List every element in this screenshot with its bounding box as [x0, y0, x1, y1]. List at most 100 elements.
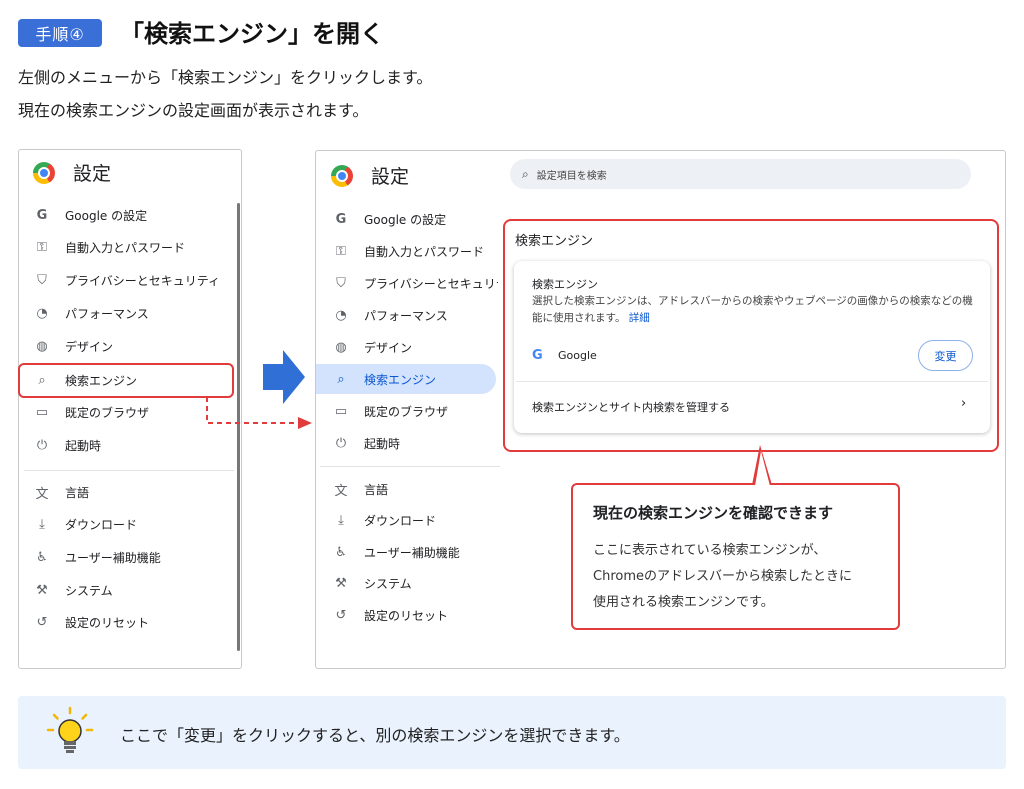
menu-label: システム [65, 583, 113, 598]
card-divider [516, 381, 988, 382]
menu-label: 言語 [364, 482, 389, 497]
palette-icon: ◍ [36, 338, 48, 354]
right-menu-search-engine[interactable]: ⌕ 検索エンジン [316, 364, 496, 394]
card-description-text: 選択した検索エンジンは、アドレスバーからの検索やウェブページの画像からの検索など… [532, 295, 973, 324]
search-icon: ⌕ [337, 371, 345, 387]
download-icon: ⤓ [338, 512, 344, 528]
left-menu-languages[interactable]: 文 言語 [33, 477, 233, 507]
right-settings-header: 設定 [331, 162, 409, 189]
menu-label: ダウンロード [364, 513, 437, 528]
callout-title: 現在の検索エンジンを確認できます [593, 504, 834, 522]
right-menu-appearance[interactable]: ◍ デザイン [332, 332, 498, 362]
shield-icon: ⛉ [336, 275, 346, 291]
menu-label: Google の設定 [65, 208, 148, 223]
menu-label: 既定のブラウザ [65, 405, 150, 420]
left-settings-title: 設定 [73, 163, 112, 185]
step-title: 「検索エンジン」を開く [120, 20, 384, 48]
menu-label: パフォーマンス [65, 306, 149, 321]
right-menu-google-settings[interactable]: G Google の設定 [332, 204, 498, 234]
chrome-logo-icon [33, 161, 55, 184]
menu-label: ダウンロード [65, 517, 138, 532]
details-link[interactable]: 詳細 [629, 312, 650, 324]
tip-text: ここで「変更」をクリックすると、別の検索エンジンを選択できます。 [120, 726, 630, 745]
right-menu-divider [320, 466, 500, 467]
wrench-icon: ⚒ [335, 575, 347, 591]
power-icon: ⏻ [36, 437, 48, 453]
menu-label: 自動入力とパスワード [65, 240, 186, 255]
right-menu-default-browser[interactable]: ▭ 既定のブラウザ [332, 396, 498, 426]
current-engine-name: Google [558, 349, 597, 362]
menu-label: 起動時 [364, 436, 401, 451]
menu-label: デザイン [65, 339, 114, 354]
browser-window-icon: ▭ [35, 404, 49, 420]
browser-window-icon: ▭ [334, 403, 348, 419]
step-badge: 手順④ [18, 19, 102, 47]
settings-search-input[interactable]: ⌕ 設定項目を検索 [510, 159, 971, 189]
google-icon: G [335, 211, 347, 227]
key-icon: ⚿ [336, 243, 346, 259]
search-engine-card-description: 選択した検索エンジンは、アドレスバーからの検索やウェブページの画像からの検索など… [532, 293, 978, 327]
search-engine-highlight [18, 363, 234, 398]
right-menu-languages[interactable]: 文 言語 [332, 474, 498, 504]
reset-icon: ↺ [335, 607, 347, 623]
left-menu-accessibility[interactable]: ♿ ユーザー補助機能 [33, 542, 233, 572]
google-logo-icon: G [532, 348, 543, 363]
right-menu-downloads[interactable]: ⤓ ダウンロード [332, 505, 498, 535]
wrench-icon: ⚒ [36, 582, 48, 598]
key-icon: ⚿ [37, 239, 47, 255]
power-icon: ⏻ [335, 435, 347, 451]
right-menu-performance[interactable]: ◔ パフォーマンス [332, 300, 498, 330]
search-placeholder: 設定項目を検索 [536, 170, 607, 182]
left-menu-autofill[interactable]: ⚿ 自動入力とパスワード [33, 232, 233, 262]
shield-icon: ⛉ [37, 272, 47, 288]
menu-label: Google の設定 [364, 212, 447, 227]
right-menu-privacy[interactable]: ⛉ プライバシーとセキュリテ [332, 268, 498, 298]
accessibility-icon: ♿ [335, 544, 347, 560]
description-line-2: 現在の検索エンジンの設定画面が表示されます。 [18, 101, 369, 120]
left-menu-downloads[interactable]: ⤓ ダウンロード [33, 509, 233, 539]
menu-label: ユーザー補助機能 [364, 545, 460, 560]
search-icon: ⌕ [522, 166, 529, 181]
translate-icon: 文 [35, 486, 49, 502]
left-settings-header: 設定 [33, 159, 111, 186]
left-menu-divider [24, 470, 234, 471]
search-engine-section-title: 検索エンジン [515, 234, 594, 249]
right-menu-system[interactable]: ⚒ システム [332, 568, 498, 598]
change-button[interactable]: 変更 [918, 340, 973, 371]
left-menu-google-settings[interactable]: G Google の設定 [33, 200, 233, 230]
right-menu-on-startup[interactable]: ⏻ 起動時 [332, 428, 498, 458]
left-menu-system[interactable]: ⚒ システム [33, 575, 233, 605]
manage-search-engines-link[interactable]: 検索エンジンとサイト内検索を管理する [532, 399, 730, 415]
speedometer-icon: ◔ [36, 305, 48, 321]
google-icon: G [36, 207, 48, 223]
menu-label: 設定のリセット [65, 615, 150, 630]
menu-label: 自動入力とパスワード [364, 244, 485, 259]
left-menu-reset[interactable]: ↺ 設定のリセット [33, 607, 233, 637]
speedometer-icon: ◔ [335, 307, 347, 323]
right-settings-title: 設定 [371, 166, 410, 188]
description-line-1: 左側のメニューから「検索エンジン」をクリックします。 [18, 68, 433, 87]
download-icon: ⤓ [39, 516, 45, 532]
palette-icon: ◍ [335, 339, 347, 355]
right-menu-accessibility[interactable]: ♿ ユーザー補助機能 [332, 537, 498, 567]
menu-label: 言語 [65, 485, 90, 500]
left-menu-performance[interactable]: ◔ パフォーマンス [33, 298, 233, 328]
menu-label: システム [364, 576, 412, 591]
right-menu-reset[interactable]: ↺ 設定のリセット [332, 600, 498, 630]
accessibility-icon: ♿ [36, 549, 48, 565]
menu-label: プライバシーとセキュリテ [364, 276, 498, 291]
menu-label: 起動時 [65, 438, 102, 453]
callout-body: ここに表示されている検索エンジンが、 Chromeのアドレスバーから検索したとき… [593, 538, 893, 616]
callout-line-2: Chromeのアドレスバーから検索したときに [593, 569, 852, 584]
dashed-arrow-icon [206, 397, 312, 429]
menu-label: パフォーマンス [364, 308, 448, 323]
search-engine-card-heading: 検索エンジン [532, 278, 598, 291]
left-menu-privacy[interactable]: ⛉ プライバシーとセキュリティ [33, 265, 233, 295]
menu-label: デザイン [364, 340, 413, 355]
chrome-logo-icon [331, 164, 353, 187]
chevron-right-icon[interactable]: › [961, 396, 966, 411]
menu-label: プライバシーとセキュリティ [65, 273, 221, 288]
left-menu-appearance[interactable]: ◍ デザイン [33, 331, 233, 361]
reset-icon: ↺ [36, 614, 48, 630]
right-menu-autofill[interactable]: ⚿ 自動入力とパスワード [332, 236, 498, 266]
